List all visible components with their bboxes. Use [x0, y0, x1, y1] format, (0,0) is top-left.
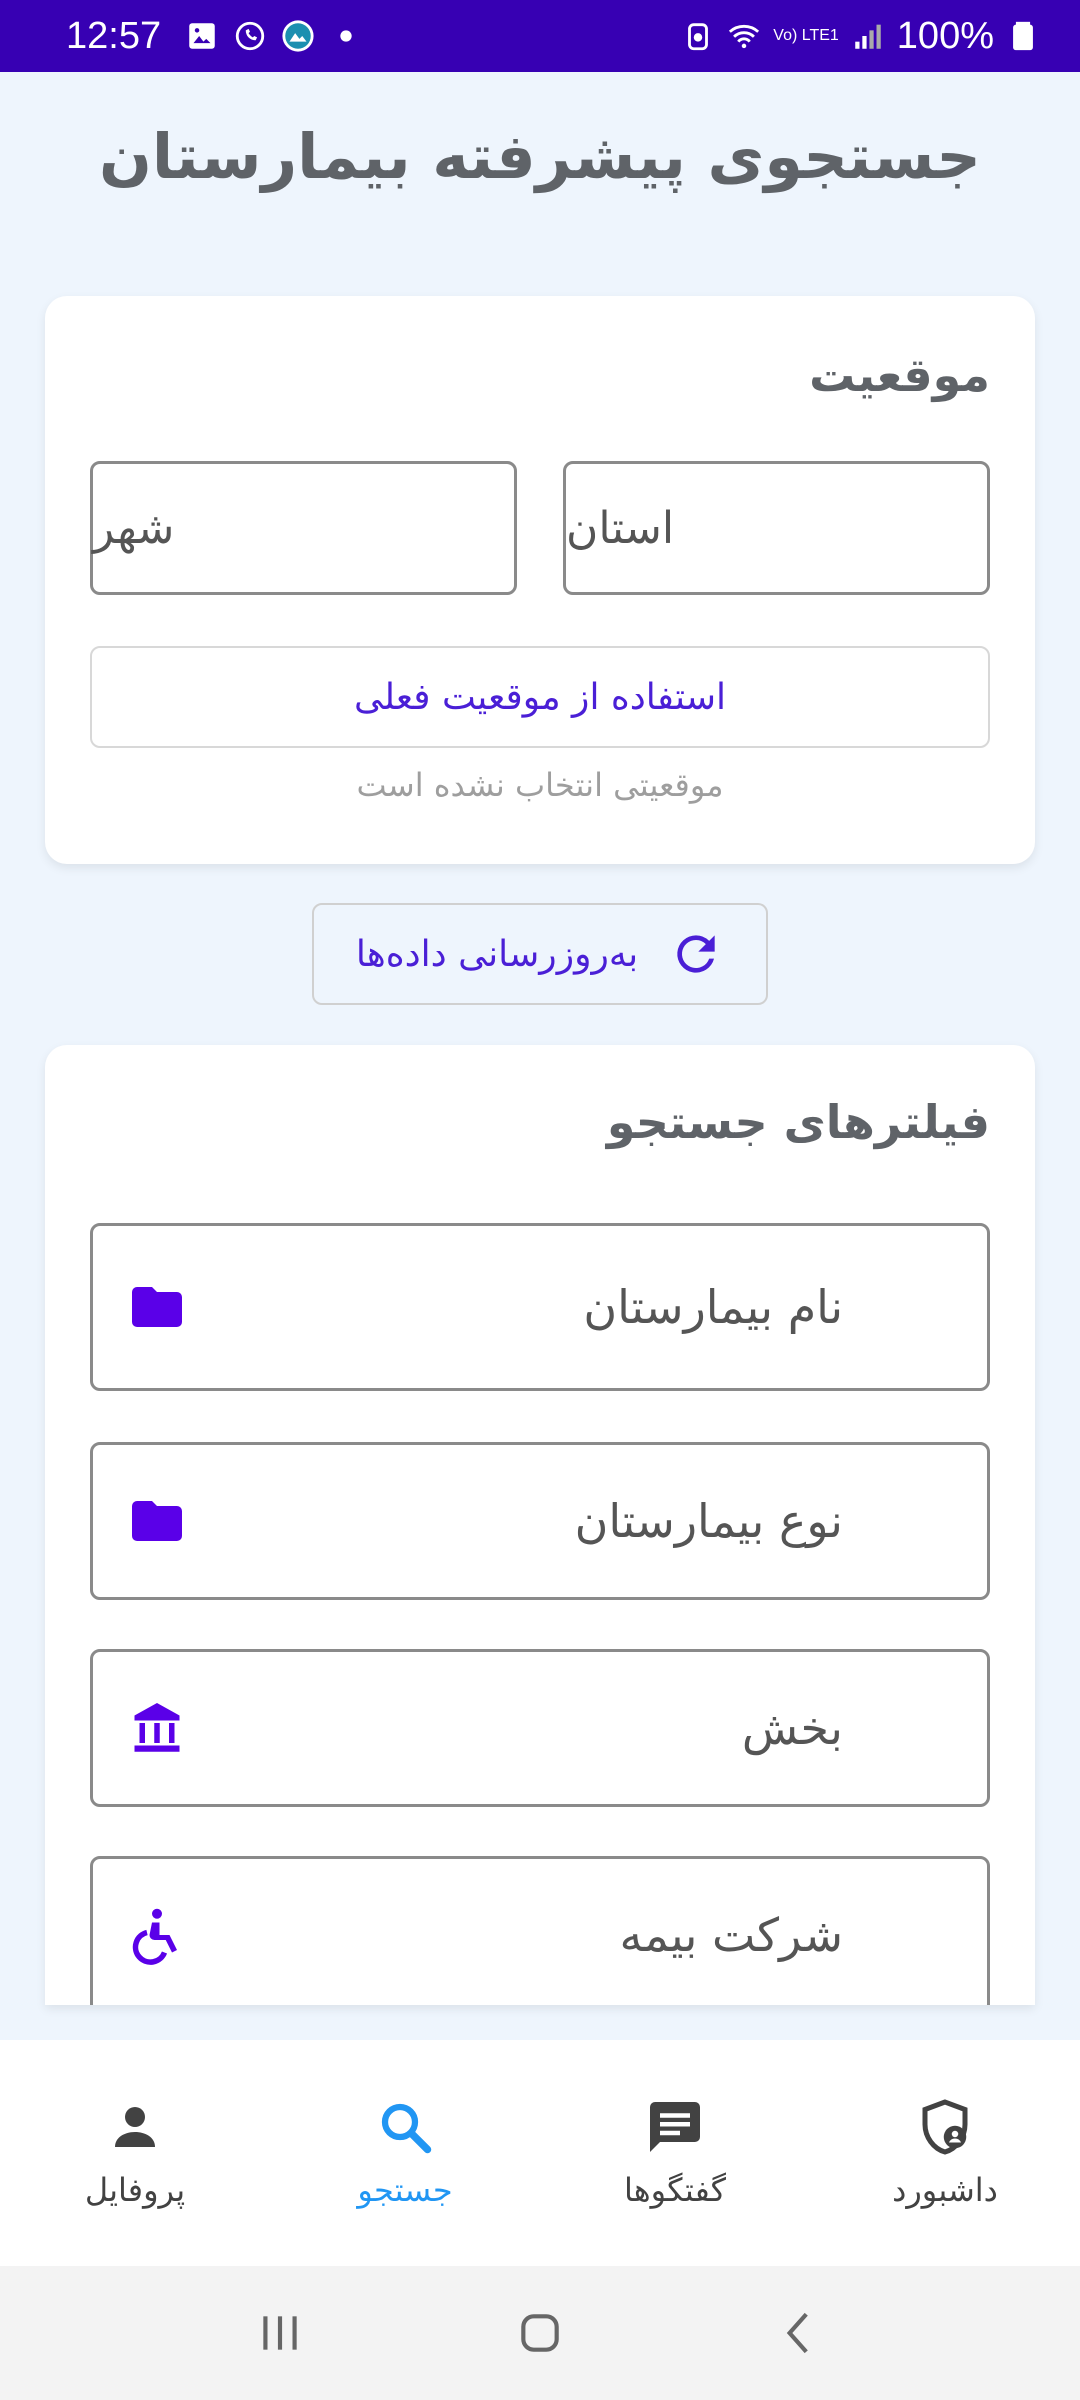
back-icon	[786, 2312, 808, 2354]
hospital-name-field[interactable]: نام بیمارستان	[90, 1223, 990, 1391]
department-label: بخش	[741, 1701, 843, 1755]
status-left: 12:57	[66, 15, 363, 58]
folder-icon	[132, 1287, 182, 1327]
alarm-icon	[688, 23, 709, 51]
accessibility-icon	[132, 1908, 177, 1965]
recents-icon	[263, 2316, 297, 2350]
insurance-company-label: شرکت بیمه	[619, 1908, 843, 1962]
search-icon	[381, 2103, 432, 2154]
system-navigation	[0, 2266, 1080, 2400]
city-field[interactable]: شهر	[90, 461, 517, 595]
app-notification-icon	[282, 20, 314, 52]
nav-profile-label: پروفایل	[84, 2171, 186, 2209]
battery-icon	[1013, 21, 1033, 51]
nav-chats-label: گفتگوها	[624, 2171, 726, 2209]
nav-dashboard[interactable]: داشبورد	[810, 2097, 1080, 2209]
chat-icon	[650, 2102, 700, 2152]
wifi-icon	[729, 24, 760, 49]
current-location-label: استفاده از موقعیت فعلی	[354, 676, 726, 718]
person-icon	[115, 2107, 155, 2147]
status-right: Vo) LTE1 100%	[681, 15, 1040, 58]
battery-percent: 100%	[896, 14, 994, 57]
bottom-navigation: داشبورد گفتگوها جستجو پروفایل	[0, 2040, 1080, 2266]
nav-chats[interactable]: گفتگوها	[540, 2097, 810, 2209]
nav-search[interactable]: جستجو	[270, 2097, 540, 2209]
more-notifications-dot-icon	[340, 30, 352, 42]
nav-dashboard-label: داشبورد	[892, 2171, 998, 2209]
filters-card: فیلترهای جستجو نام بیمارستان نوع بیمارست…	[45, 1045, 1035, 2005]
province-placeholder: استان	[566, 502, 675, 554]
recents-button[interactable]	[250, 2303, 310, 2363]
location-status: موقعیتی انتخاب نشده است	[356, 766, 724, 804]
status-time: 12:57	[66, 14, 162, 57]
institution-icon	[134, 1703, 180, 1752]
use-current-location-button[interactable]: استفاده از موقعیت فعلی	[90, 646, 990, 748]
folder-icon	[132, 1501, 182, 1541]
gallery-notification-icon	[189, 23, 215, 49]
filters-title: فیلترهای جستجو	[606, 1095, 990, 1149]
home-icon	[521, 2314, 559, 2352]
city-placeholder: شهر	[93, 502, 175, 554]
network-type: Vo) LTE1	[773, 27, 839, 44]
refresh-label: به‌روزرسانی داده‌ها	[355, 933, 639, 975]
nav-profile[interactable]: پروفایل	[0, 2097, 270, 2209]
insurance-company-field[interactable]: شرکت بیمه	[90, 1856, 990, 2005]
signal-icon	[855, 24, 881, 49]
department-field[interactable]: بخش	[90, 1649, 990, 1807]
location-title: موقعیت	[809, 348, 990, 402]
hospital-name-label: نام بیمارستان	[583, 1280, 843, 1334]
nav-search-label: جستجو	[357, 2171, 453, 2209]
page-title: جستجوی پیشرفته بیمارستان	[99, 120, 981, 193]
location-card: موقعیت استان شهر استفاده از موقعیت فعلی …	[45, 296, 1035, 864]
shield-user-icon	[922, 2099, 968, 2155]
hospital-type-field[interactable]: نوع بیمارستان	[90, 1442, 990, 1600]
province-field[interactable]: استان	[563, 461, 990, 595]
status-bar: 12:57 Vo) LTE1 100%	[0, 0, 1080, 72]
refresh-data-button[interactable]: به‌روزرسانی داده‌ها	[312, 903, 768, 1005]
home-button[interactable]	[510, 2303, 570, 2363]
back-button[interactable]	[770, 2303, 830, 2363]
refresh-icon	[677, 935, 715, 973]
whatsapp-notification-icon	[235, 21, 265, 51]
hospital-type-label: نوع بیمارستان	[574, 1494, 843, 1548]
